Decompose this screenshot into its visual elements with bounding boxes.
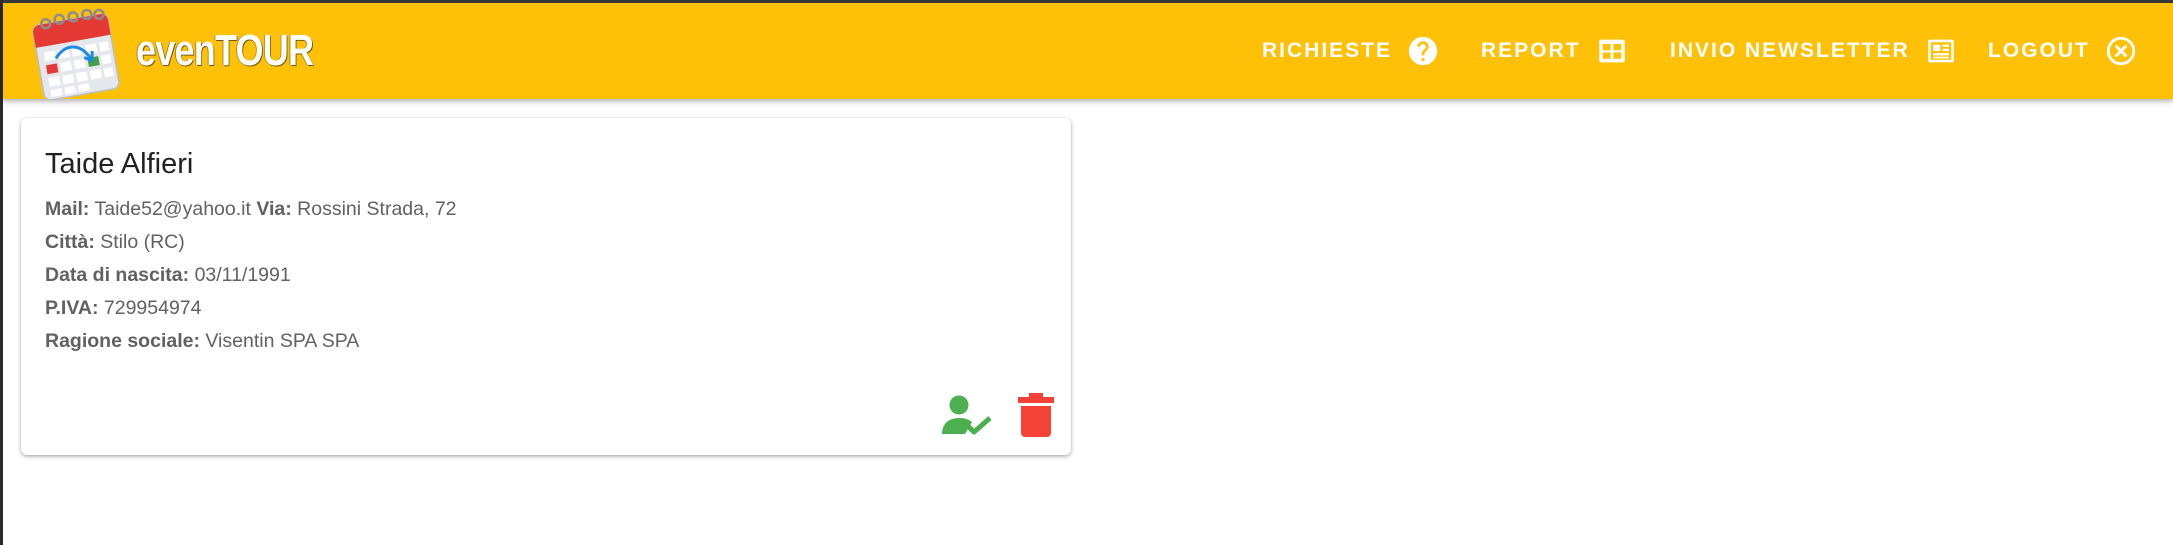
table-grid-icon	[1595, 34, 1629, 68]
app-bar: evenTOUR RICHIESTE REPORT INVIO NEWSLETT…	[3, 3, 2173, 101]
newspaper-icon	[1924, 34, 1958, 68]
ragione-sociale-label: Ragione sociale:	[45, 330, 200, 352]
citta-value: Stilo (RC)	[100, 231, 185, 253]
delete-user-button[interactable]	[1015, 392, 1057, 438]
user-card: Taide Alfieri Mail: Taide52@yahoo.it Via…	[21, 118, 1071, 455]
account-check-icon	[942, 395, 992, 435]
nav-richieste-label: RICHIESTE	[1262, 39, 1393, 62]
detail-mail-via: Mail: Taide52@yahoo.it Via: Rossini Stra…	[45, 193, 457, 226]
nav-logout-label: LOGOUT	[1988, 39, 2090, 62]
detail-data-nascita: Data di nascita: 03/11/1991	[45, 259, 457, 292]
ragione-sociale-value: Visentin SPA SPA	[205, 330, 360, 352]
calendar-logo-icon[interactable]	[28, 5, 124, 101]
nav-report[interactable]: REPORT	[1481, 3, 1629, 99]
nav-richieste[interactable]: RICHIESTE	[1262, 3, 1440, 99]
approve-user-button[interactable]	[941, 394, 993, 438]
data-nascita-value: 03/11/1991	[194, 264, 291, 286]
user-details: Mail: Taide52@yahoo.it Via: Rossini Stra…	[45, 193, 457, 358]
nav-invio-newsletter-label: INVIO NEWSLETTER	[1670, 39, 1910, 62]
mail-value: Taide52@yahoo.it	[94, 198, 251, 220]
piva-label: P.IVA:	[45, 297, 99, 319]
help-circle-icon	[1406, 34, 1440, 68]
detail-citta: Città: Stilo (RC)	[45, 226, 457, 259]
nav-invio-newsletter[interactable]: INVIO NEWSLETTER	[1670, 3, 1958, 99]
citta-label: Città:	[45, 231, 95, 253]
nav-report-label: REPORT	[1481, 39, 1581, 62]
mail-label: Mail:	[45, 198, 90, 220]
user-name: Taide Alfieri	[45, 148, 194, 180]
trash-icon	[1018, 393, 1054, 437]
via-value: Rossini Strada, 72	[297, 198, 457, 220]
detail-piva: P.IVA: 729954974	[45, 292, 457, 325]
data-nascita-label: Data di nascita:	[45, 264, 190, 286]
piva-value: 729954974	[103, 297, 202, 319]
close-circle-icon	[2104, 34, 2138, 68]
via-label: Via:	[256, 198, 292, 220]
app-title: evenTOUR	[136, 26, 314, 75]
nav-logout[interactable]: LOGOUT	[1988, 3, 2138, 99]
detail-ragione-sociale: Ragione sociale: Visentin SPA SPA	[45, 325, 457, 358]
